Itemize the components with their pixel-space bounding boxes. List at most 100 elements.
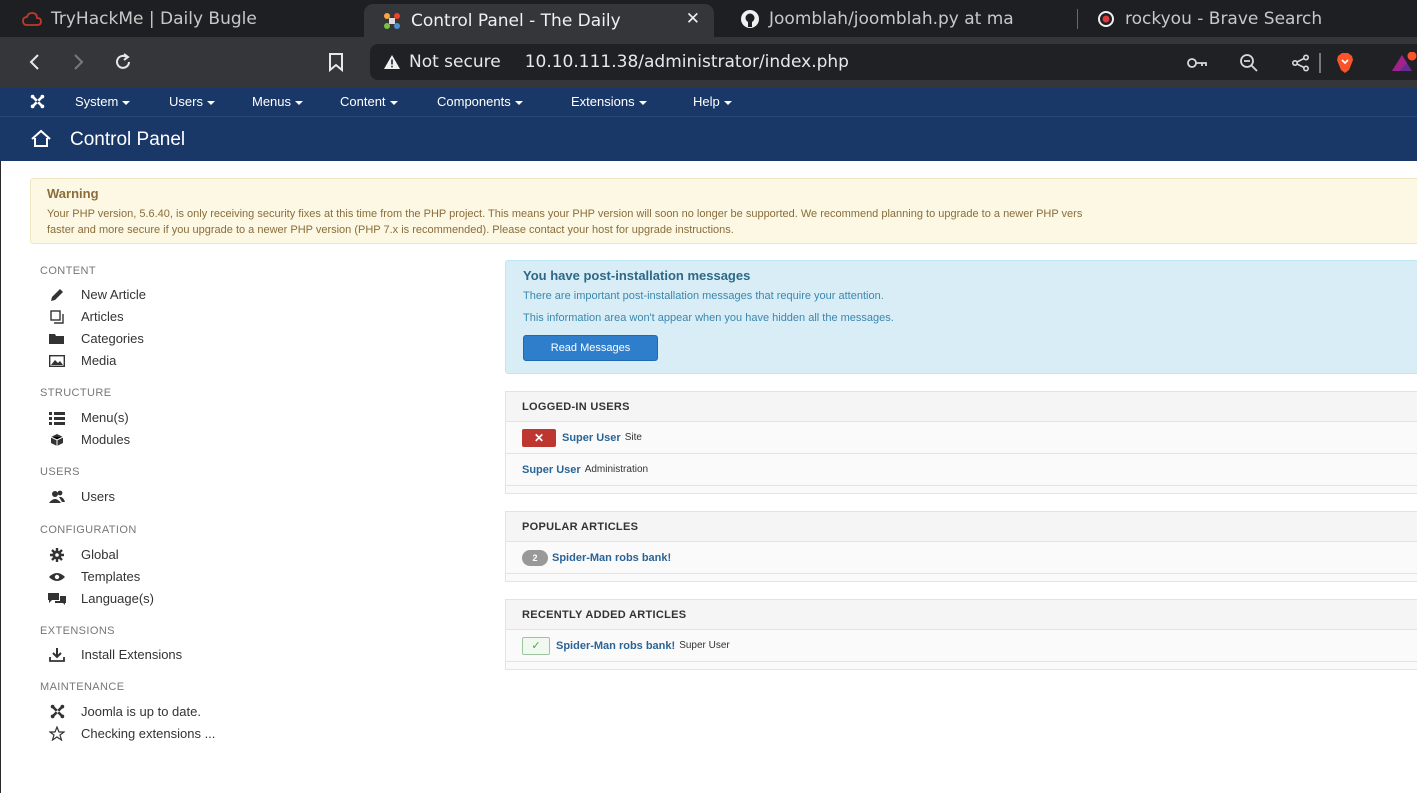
page-title: Control Panel bbox=[70, 129, 186, 150]
check-icon: ✓ bbox=[531, 640, 541, 652]
caret-down-icon bbox=[514, 100, 523, 105]
panel-footer bbox=[506, 662, 1417, 669]
warning-triangle-icon[interactable] bbox=[383, 54, 401, 70]
panel-footer bbox=[506, 486, 1417, 493]
joomla-logo-icon[interactable] bbox=[30, 94, 45, 113]
sidebar-heading-extensions: EXTENSIONS bbox=[40, 625, 115, 637]
browser-tab-strip: TryHackMe | Daily Bugle Control Panel - … bbox=[0, 0, 1417, 37]
window-edge bbox=[0, 88, 1, 793]
sidebar-item-categories[interactable]: Categories bbox=[48, 331, 144, 346]
reload-button[interactable] bbox=[108, 47, 138, 77]
table-row: 2 Spider-Man robs bank! bbox=[506, 542, 1417, 574]
sidebar-item-new-article[interactable]: New Article bbox=[48, 287, 146, 302]
url-text[interactable]: 10.10.111.38/administrator/index.php bbox=[525, 52, 849, 72]
pencil-icon bbox=[48, 288, 66, 302]
tab-title: rockyou - Brave Search bbox=[1125, 8, 1323, 29]
post-install-title: You have post-installation messages bbox=[523, 268, 751, 283]
sidebar-item-install-extensions[interactable]: Install Extensions bbox=[48, 647, 182, 662]
menu-system[interactable]: System bbox=[75, 94, 131, 109]
caret-down-icon bbox=[723, 100, 732, 105]
zoom-out-icon[interactable] bbox=[1238, 52, 1260, 74]
sidebar-item-global[interactable]: Global bbox=[48, 547, 119, 562]
caret-down-icon bbox=[122, 100, 131, 105]
table-row: Super User Administration bbox=[506, 454, 1417, 486]
tab-title: TryHackMe | Daily Bugle bbox=[51, 8, 257, 29]
cube-icon bbox=[48, 433, 66, 447]
table-row: ✕ Super User Site bbox=[506, 422, 1417, 454]
caret-down-icon bbox=[638, 100, 647, 105]
user-link[interactable]: Super User bbox=[522, 464, 581, 476]
download-icon bbox=[48, 647, 66, 662]
caret-down-icon bbox=[295, 100, 304, 105]
logged-in-users-panel: LOGGED-IN USERS ✕ Super User Site Super … bbox=[505, 391, 1417, 494]
logout-user-button[interactable]: ✕ bbox=[522, 428, 556, 447]
user-link[interactable]: Super User bbox=[562, 432, 621, 444]
popular-articles-panel: POPULAR ARTICLES 2 Spider-Man robs bank! bbox=[505, 511, 1417, 582]
home-icon bbox=[30, 129, 52, 154]
warning-text-line2: faster and more secure if you upgrade to… bbox=[47, 224, 734, 236]
hits-badge: 2 bbox=[522, 549, 548, 566]
back-button[interactable] bbox=[20, 47, 50, 77]
github-icon bbox=[740, 9, 760, 29]
sidebar-item-joomla-update[interactable]: Joomla is up to date. bbox=[48, 704, 201, 719]
stack-icon bbox=[48, 309, 66, 324]
article-link[interactable]: Spider-Man robs bank! bbox=[552, 552, 671, 564]
browser-toolbar: Not secure 10.10.111.38/administrator/in… bbox=[0, 37, 1417, 88]
share-icon[interactable] bbox=[1290, 52, 1312, 74]
sidebar-item-articles[interactable]: Articles bbox=[48, 309, 124, 324]
brave-rewards-icon[interactable] bbox=[1390, 52, 1417, 74]
x-icon: ✕ bbox=[533, 430, 545, 445]
toolbar-separator bbox=[1319, 53, 1321, 73]
menu-help[interactable]: Help bbox=[693, 94, 732, 109]
brave-search-icon bbox=[1096, 9, 1116, 29]
menu-components[interactable]: Components bbox=[437, 94, 523, 109]
sidebar-item-media[interactable]: Media bbox=[48, 353, 116, 368]
sidebar-heading-users: USERS bbox=[40, 466, 80, 478]
tab-title: Control Panel - The Daily bbox=[411, 10, 621, 31]
security-label[interactable]: Not secure bbox=[409, 52, 501, 72]
menu-extensions[interactable]: Extensions bbox=[571, 94, 647, 109]
sidebar-item-users[interactable]: Users bbox=[48, 489, 115, 504]
caret-down-icon bbox=[389, 100, 398, 105]
cog-icon bbox=[48, 547, 66, 562]
tab-github[interactable]: Joomblah/joomblah.py at ma bbox=[740, 0, 1066, 37]
user-context: Administration bbox=[584, 464, 649, 475]
forward-button[interactable] bbox=[63, 47, 93, 77]
sidebar-item-templates[interactable]: Templates bbox=[48, 569, 140, 584]
article-link[interactable]: Spider-Man robs bank! bbox=[556, 640, 675, 652]
user-context: Site bbox=[624, 432, 642, 443]
sidebar-heading-configuration: CONFIGURATION bbox=[40, 524, 137, 536]
tab-tryhackme[interactable]: TryHackMe | Daily Bugle bbox=[22, 0, 352, 37]
warning-text-line1: Your PHP version, 5.6.40, is only receiv… bbox=[47, 208, 1083, 220]
menu-content[interactable]: Content bbox=[340, 94, 398, 109]
tryhackme-cloud-icon bbox=[22, 9, 42, 29]
article-author: Super User bbox=[679, 640, 730, 651]
sidebar-item-modules[interactable]: Modules bbox=[48, 432, 130, 447]
post-install-text: This information area won't appear when … bbox=[523, 312, 894, 324]
menu-users[interactable]: Users bbox=[169, 94, 215, 109]
list-icon bbox=[48, 411, 66, 425]
read-messages-button[interactable]: Read Messages bbox=[523, 335, 658, 361]
joomla-icon bbox=[382, 11, 402, 31]
bookmark-icon[interactable] bbox=[321, 47, 351, 77]
joomla-admin-menu: System Users Menus Content Components Ex… bbox=[0, 88, 1417, 116]
tab-brave-search[interactable]: rockyou - Brave Search bbox=[1096, 0, 1417, 37]
picture-icon bbox=[48, 354, 66, 368]
menu-menus[interactable]: Menus bbox=[252, 94, 304, 109]
tab-control-panel[interactable]: Control Panel - The Daily ✕ bbox=[364, 4, 714, 37]
php-version-warning: Warning Your PHP version, 5.6.40, is onl… bbox=[30, 178, 1417, 244]
close-tab-icon[interactable]: ✕ bbox=[686, 9, 700, 29]
key-icon[interactable] bbox=[1186, 52, 1208, 74]
panel-heading: POPULAR ARTICLES bbox=[506, 512, 1417, 542]
sidebar-item-menus[interactable]: Menu(s) bbox=[48, 410, 129, 425]
brave-shields-icon[interactable] bbox=[1334, 52, 1356, 74]
sidebar-item-checking-extensions[interactable]: Checking extensions ... bbox=[48, 726, 215, 741]
users-icon bbox=[48, 490, 66, 504]
tab-separator bbox=[1077, 9, 1078, 29]
comments-icon bbox=[48, 592, 66, 606]
panel-footer bbox=[506, 574, 1417, 581]
sidebar-item-languages[interactable]: Language(s) bbox=[48, 591, 154, 606]
star-icon bbox=[48, 726, 66, 741]
published-status-button[interactable]: ✓ bbox=[522, 636, 550, 655]
sidebar-heading-structure: STRUCTURE bbox=[40, 387, 112, 399]
